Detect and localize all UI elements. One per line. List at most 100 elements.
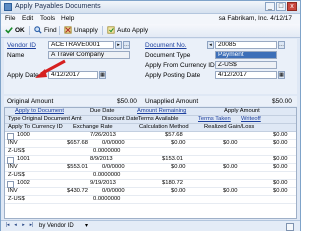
amount-remaining-cell: $180.72 bbox=[162, 180, 183, 186]
toolbar-separator bbox=[29, 26, 30, 35]
vendor-lookup-button[interactable]: ▸ bbox=[115, 41, 122, 49]
document-type-select[interactable]: Payment bbox=[215, 51, 277, 59]
app-icon bbox=[4, 3, 12, 11]
checkmark-icon bbox=[5, 27, 13, 34]
table-row: Z-US$ 0.0000000 bbox=[5, 148, 296, 156]
find-icon bbox=[34, 26, 42, 34]
next-record-button[interactable]: ▸ bbox=[20, 222, 27, 229]
previous-record-button[interactable]: ◂ bbox=[12, 222, 19, 229]
discount-date-cell: 0/0/0000 bbox=[102, 164, 125, 170]
apply-payables-window: Apply Payables Documents _ □ x File Edit… bbox=[0, 0, 301, 231]
close-button[interactable]: x bbox=[287, 2, 297, 11]
title-bar: Apply Payables Documents _ □ x bbox=[1, 1, 300, 14]
writeoff-cell: $0.00 bbox=[273, 164, 288, 170]
help-icon[interactable] bbox=[286, 223, 294, 231]
apply-checkbox[interactable] bbox=[7, 157, 14, 164]
window-title: Apply Payables Documents bbox=[15, 3, 101, 10]
vendor-id-field[interactable]: ACETRAVE0001 bbox=[48, 41, 114, 49]
col-discount-date[interactable]: Discount Date bbox=[102, 116, 138, 123]
menu-tools[interactable]: Tools bbox=[40, 15, 55, 22]
col-apply-amount[interactable]: Apply Amount bbox=[224, 108, 260, 115]
apply-amount-cell[interactable]: $0.00 bbox=[273, 156, 288, 163]
calendar-icon[interactable]: ▦ bbox=[99, 71, 106, 79]
original-amount-label: Original Amount bbox=[7, 98, 54, 105]
unapply-label: Unapply bbox=[74, 27, 98, 34]
currency-cell: Z-US$ bbox=[8, 196, 25, 202]
col-terms-taken[interactable]: Terms Taken bbox=[198, 116, 231, 123]
table-row: Z-US$ 0.0000000 bbox=[5, 172, 296, 180]
ok-button[interactable]: OK bbox=[5, 26, 25, 35]
type-cell: INV bbox=[8, 140, 18, 146]
menu-file[interactable]: File bbox=[5, 15, 15, 22]
chevron-down-icon[interactable]: ▾ bbox=[85, 221, 88, 231]
original-amt-cell: $553.01 bbox=[67, 164, 88, 170]
document-prev-button[interactable]: ◂ bbox=[207, 41, 214, 49]
table-row[interactable]: 1000 7/26/2013 $57.68 $0.00 bbox=[5, 132, 296, 140]
original-amt-cell: $657.68 bbox=[67, 140, 88, 146]
table-row[interactable]: 1002 9/19/2013 $180.72 $0.00 bbox=[5, 180, 296, 188]
col-apply-to-document[interactable]: Apply to Document bbox=[15, 108, 64, 115]
currency-cell: Z-US$ bbox=[8, 148, 25, 154]
apply-checkbox[interactable] bbox=[7, 181, 14, 188]
original-amount-value: $50.00 bbox=[117, 98, 137, 105]
col-apply-to-currency-id[interactable]: Apply To Currency ID bbox=[8, 124, 63, 131]
apply-to-document-cell: 1002 bbox=[17, 180, 30, 186]
document-lookup-button[interactable]: … bbox=[278, 41, 285, 49]
original-amt-cell: $430.72 bbox=[67, 188, 88, 194]
writeoff-cell: $0.00 bbox=[273, 140, 288, 146]
find-button[interactable]: Find bbox=[34, 26, 57, 35]
due-date-cell: 8/9/2013 bbox=[90, 156, 113, 162]
table-row[interactable]: 1001 8/9/2013 $153.01 $0.00 bbox=[5, 156, 296, 164]
terms-available-cell: $0.00 bbox=[171, 140, 186, 146]
company-info: sa Fabrikam, Inc. 4/12/17 bbox=[218, 15, 292, 22]
menu-bar: File Edit Tools Help sa Fabrikam, Inc. 4… bbox=[1, 14, 300, 24]
col-type[interactable]: Type bbox=[8, 116, 21, 123]
apply-amount-cell[interactable]: $0.00 bbox=[273, 180, 288, 187]
col-exchange-rate[interactable]: Exchange Rate bbox=[73, 124, 113, 131]
maximize-button[interactable]: □ bbox=[276, 2, 286, 11]
apply-amount-cell[interactable]: $0.00 bbox=[273, 132, 288, 139]
col-realized-gain-loss[interactable]: Realized Gain/Loss bbox=[204, 124, 254, 131]
last-record-button[interactable]: ▸| bbox=[28, 222, 35, 229]
amount-remaining-cell: $153.01 bbox=[162, 156, 183, 162]
status-bar: |◂ ◂ ▸ ▸| by Vendor ID ▾ bbox=[1, 220, 300, 231]
toolbar: OK Find Unapply Auto Apply bbox=[1, 24, 300, 38]
name-label: Name bbox=[7, 52, 25, 59]
grid-header-row-3: Apply To Currency ID Exchange Rate Calcu… bbox=[5, 124, 296, 132]
col-due-date[interactable]: Due Date bbox=[90, 108, 115, 115]
toolbar-separator bbox=[59, 26, 60, 35]
apply-checkbox[interactable] bbox=[7, 133, 14, 140]
apply-posting-date-label: Apply Posting Date bbox=[145, 72, 201, 79]
vendor-id-label[interactable]: Vendor ID bbox=[7, 42, 36, 49]
terms-taken-cell: $0.00 bbox=[223, 188, 238, 194]
table-row: INV $430.72 0/0/0000 $0.00 $0.00 $0.00 bbox=[5, 188, 296, 196]
unapplied-amount-value: $50.00 bbox=[272, 98, 292, 105]
document-no-field[interactable]: 20085 bbox=[215, 41, 277, 49]
table-row: INV $553.01 0/0/0000 $0.00 $0.00 $0.00 bbox=[5, 164, 296, 172]
exchange-rate-cell: 0.0000000 bbox=[93, 148, 121, 154]
minimize-button[interactable]: _ bbox=[265, 2, 275, 11]
col-calculation-method[interactable]: Calculation Method bbox=[139, 124, 189, 131]
vendor-search-button[interactable]: … bbox=[123, 41, 130, 49]
col-writeoff[interactable]: Writeoff bbox=[241, 116, 261, 123]
col-original-document-amt[interactable]: Original Document Amt bbox=[22, 116, 82, 123]
unapply-icon bbox=[64, 26, 72, 34]
col-terms-available[interactable]: Terms Available bbox=[138, 116, 179, 123]
menu-edit[interactable]: Edit bbox=[22, 15, 33, 22]
col-amount-remaining[interactable]: Amount Remaining bbox=[137, 108, 186, 115]
document-type-label: Document Type bbox=[145, 52, 191, 59]
menu-help[interactable]: Help bbox=[61, 15, 74, 22]
apply-to-document-cell: 1001 bbox=[17, 156, 30, 162]
first-record-button[interactable]: |◂ bbox=[4, 222, 11, 229]
apply-documents-grid[interactable]: Apply to Document Due Date Amount Remain… bbox=[4, 107, 297, 219]
unapply-button[interactable]: Unapply bbox=[64, 26, 98, 35]
unapplied-amount-label: Unapplied Amount bbox=[145, 98, 199, 105]
auto-apply-button[interactable]: Auto Apply bbox=[107, 26, 148, 35]
table-row: INV $657.68 0/0/0000 $0.00 $0.00 $0.00 bbox=[5, 140, 296, 148]
red-arrow-annotation bbox=[35, 59, 66, 78]
terms-taken-cell: $0.00 bbox=[223, 140, 238, 146]
calendar-icon[interactable]: ▦ bbox=[278, 71, 285, 79]
sort-order-select[interactable]: by Vendor ID bbox=[39, 221, 74, 231]
document-no-label[interactable]: Document No. bbox=[145, 42, 187, 49]
apply-posting-date-field[interactable]: 4/12/2017 bbox=[215, 71, 277, 79]
